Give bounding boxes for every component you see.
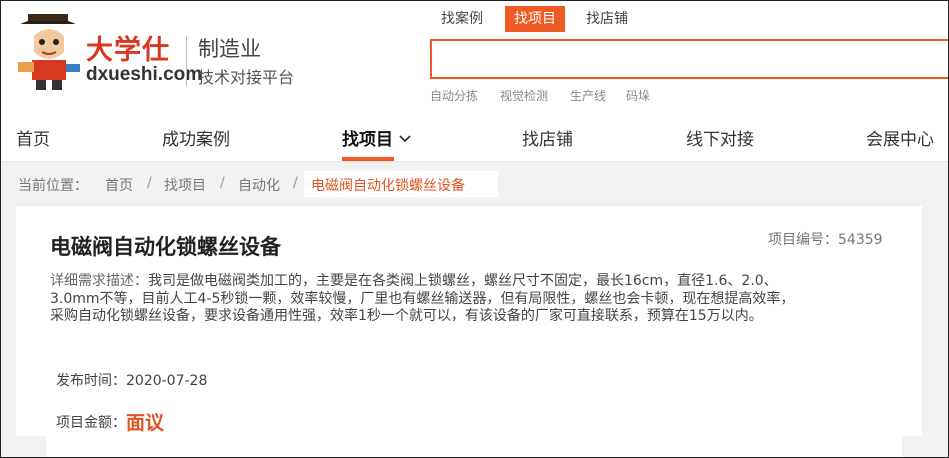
mascot-icon [18, 14, 80, 90]
hot-word-link[interactable]: 生产线 [570, 87, 606, 104]
search-tab-projects[interactable]: 找项目 [505, 6, 565, 32]
breadcrumb-separator: / [147, 175, 152, 191]
breadcrumb-prefix: 当前位置： [18, 178, 88, 194]
publish-time: 发布时间：2020-07-28 [56, 373, 208, 389]
breadcrumb-separator: / [220, 175, 225, 191]
project-card-footer [46, 436, 902, 458]
chevron-down-icon [399, 135, 411, 143]
breadcrumb-link-automation[interactable]: 自动化 [238, 175, 280, 195]
logo-divider [186, 36, 187, 86]
search-tab-cases[interactable]: 找案例 [432, 6, 492, 32]
breadcrumb-current: 电磁阀自动化锁螺丝设备 [311, 178, 465, 194]
search-tab-shops[interactable]: 找店铺 [577, 6, 637, 32]
nav-item-cases[interactable]: 成功案例 [162, 125, 230, 150]
hot-word-link[interactable]: 码垛 [626, 87, 650, 104]
breadcrumb-separator: / [293, 175, 298, 191]
nav-item-shops[interactable]: 找店铺 [522, 125, 573, 150]
site-logo[interactable]: 大学仕 dxueshi.com [14, 12, 202, 92]
logo-tagline: 技术对接平台 [198, 68, 295, 87]
project-description: 详细需求描述：我司是做电磁阀类加工的，主要是在各类阀上锁螺丝，螺丝尺寸不固定，最… [50, 273, 890, 326]
nav-item-home[interactable]: 首页 [16, 125, 50, 150]
nav-item-expo[interactable]: 会展中心 [866, 125, 934, 150]
description-line: 3.0mm不等，目前人工4-5秒锁一颗，效率较慢，厂里也有螺丝输送器，但有局限性… [50, 290, 795, 307]
breadcrumb-link-home[interactable]: 首页 [105, 175, 133, 195]
project-number: 项目编号：54359 [768, 232, 883, 248]
main-nav: 首页 成功案例 找项目 找店铺 线下对接 会展中心 [0, 112, 949, 162]
description-line: 详细需求描述：我司是做电磁阀类加工的，主要是在各类阀上锁螺丝，螺丝尺寸不固定，最… [50, 273, 890, 291]
description-line: 采购自动化锁螺丝设备，要求设备通用性强，效率1秒一个就可以，有该设备的厂家可直接… [50, 308, 763, 324]
logo-brand-cn: 大学仕 [86, 35, 170, 66]
nav-item-projects[interactable]: 找项目 [342, 125, 411, 150]
nav-item-offline[interactable]: 线下对接 [686, 125, 754, 150]
hot-word-link[interactable]: 自动分拣 [430, 87, 478, 104]
search-input[interactable] [432, 41, 948, 77]
project-title: 电磁阀自动化锁螺丝设备 [50, 235, 281, 259]
breadcrumb-link-projects[interactable]: 找项目 [164, 175, 206, 195]
hot-word-link[interactable]: 视觉检测 [500, 87, 548, 104]
amount-label: 项目金额： [56, 415, 126, 431]
search-box [430, 39, 949, 79]
nav-item-projects-label: 找项目 [342, 130, 393, 150]
description-text: 我司是做电磁阀类加工的，主要是在各类阀上锁螺丝，螺丝尺寸不固定，最长16cm，直… [148, 273, 778, 289]
project-amount: 项目金额：面议 [56, 408, 164, 435]
amount-value: 面议 [126, 412, 165, 434]
logo-brand-en: dxueshi.com [86, 64, 203, 85]
logo-subtitle: 制造业 [198, 37, 261, 61]
site-header: 大学仕 dxueshi.com 制造业 技术对接平台 找案例 找项目 找店铺 自… [0, 0, 949, 112]
nav-active-indicator [342, 157, 394, 161]
description-label: 详细需求描述： [50, 273, 148, 289]
